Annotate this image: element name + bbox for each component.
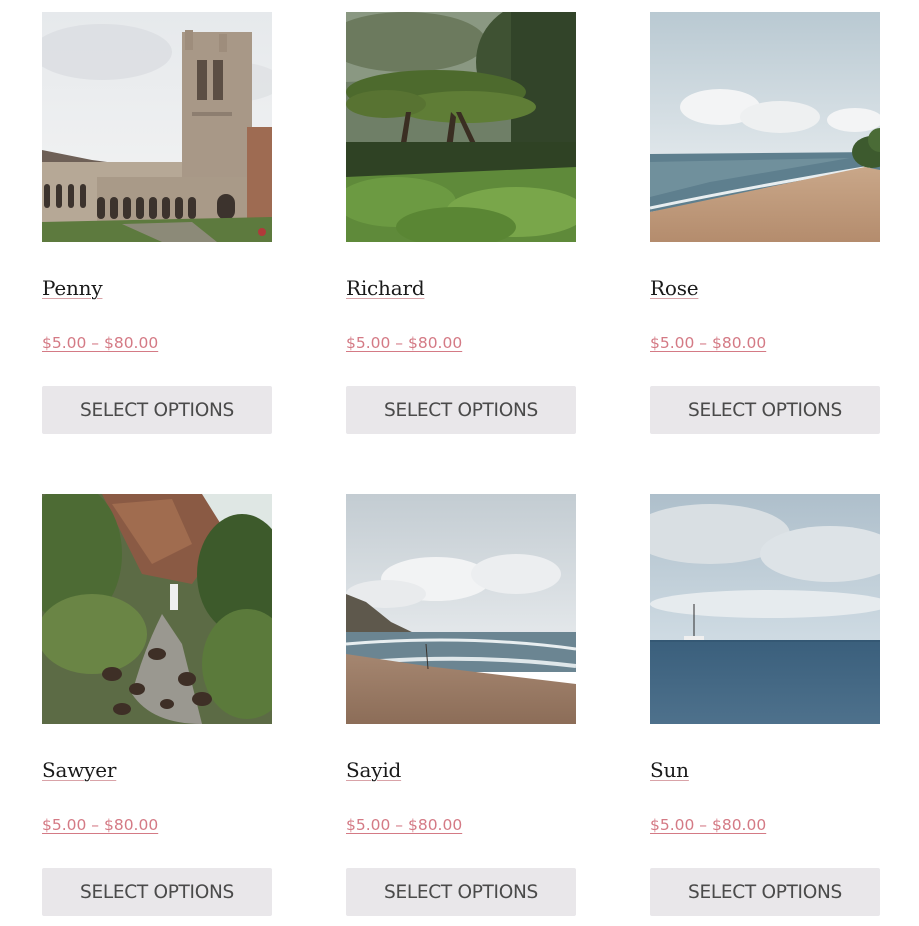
sailboat-ocean-photo — [650, 494, 880, 724]
product-title[interactable]: Penny — [42, 276, 103, 300]
product-card: Penny $5.00 – $80.00 SELECT OPTIONS — [42, 12, 272, 444]
product-price[interactable]: $5.00 – $80.00 — [346, 816, 462, 834]
product-card: Sun $5.00 – $80.00 SELECT OPTIONS — [650, 494, 880, 926]
product-card: Rose $5.00 – $80.00 SELECT OPTIONS — [650, 12, 880, 444]
product-price[interactable]: $5.00 – $80.00 — [346, 334, 462, 352]
product-grid: Penny $5.00 – $80.00 SELECT OPTIONS Rich… — [42, 12, 880, 926]
product-price[interactable]: $5.00 – $80.00 — [42, 334, 158, 352]
product-title[interactable]: Rose — [650, 276, 699, 300]
jungle-tree-photo — [346, 12, 576, 242]
select-options-button[interactable]: SELECT OPTIONS — [42, 386, 272, 434]
product-price[interactable]: $5.00 – $80.00 — [42, 816, 158, 834]
cloudy-beach-photo — [346, 494, 576, 724]
church-tower-photo — [42, 12, 272, 242]
product-price[interactable]: $5.00 – $80.00 — [650, 816, 766, 834]
product-title[interactable]: Richard — [346, 276, 425, 300]
select-options-button[interactable]: SELECT OPTIONS — [650, 868, 880, 916]
waterfall-stream-photo — [42, 494, 272, 724]
product-card: Sawyer $5.00 – $80.00 SELECT OPTIONS — [42, 494, 272, 926]
select-options-button[interactable]: SELECT OPTIONS — [346, 386, 576, 434]
select-options-button[interactable]: SELECT OPTIONS — [650, 386, 880, 434]
product-image-link[interactable] — [650, 12, 880, 242]
select-options-button[interactable]: SELECT OPTIONS — [42, 868, 272, 916]
beach-shore-photo — [650, 12, 880, 242]
product-title[interactable]: Sun — [650, 758, 689, 782]
select-options-button[interactable]: SELECT OPTIONS — [346, 868, 576, 916]
product-price[interactable]: $5.00 – $80.00 — [650, 334, 766, 352]
product-title[interactable]: Sayid — [346, 758, 401, 782]
product-card: Sayid $5.00 – $80.00 SELECT OPTIONS — [346, 494, 576, 926]
product-image-link[interactable] — [346, 12, 576, 242]
product-title[interactable]: Sawyer — [42, 758, 116, 782]
product-image-link[interactable] — [42, 12, 272, 242]
product-card: Richard $5.00 – $80.00 SELECT OPTIONS — [346, 12, 576, 444]
product-image-link[interactable] — [42, 494, 272, 724]
product-image-link[interactable] — [650, 494, 880, 724]
product-image-link[interactable] — [346, 494, 576, 724]
